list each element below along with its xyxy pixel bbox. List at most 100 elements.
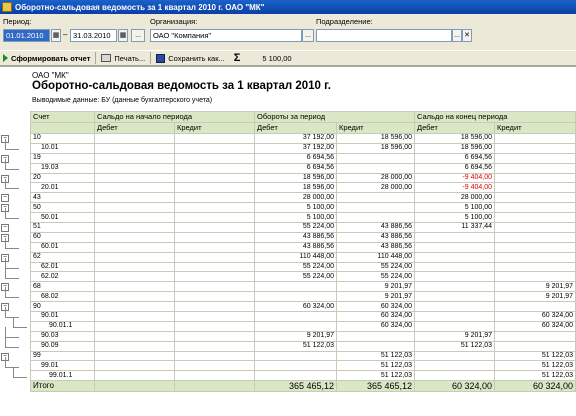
cell-turnover-credit[interactable]: 60 324,00 (336, 311, 416, 322)
cell-account[interactable]: 99.01.1 (30, 370, 95, 382)
cell-closing-debit[interactable]: 5 100,00 (414, 212, 496, 224)
cell-turnover-debit[interactable] (254, 370, 338, 382)
cell-account[interactable]: 19.03 (30, 162, 95, 174)
cell-account[interactable]: 62.01 (30, 261, 95, 273)
cell-account[interactable]: 90.01 (30, 311, 95, 322)
sigma-icon[interactable]: Σ (234, 52, 241, 64)
cell-turnover-credit[interactable]: 43 886,56 (336, 241, 416, 253)
cell-turnover-credit[interactable]: 55 224,00 (336, 271, 416, 283)
table-row[interactable]: 50 5 100,00 5 100,00 (30, 202, 576, 214)
cell-turnover-credit[interactable] (336, 212, 416, 224)
date-to-field[interactable]: 31.03.2010 (70, 29, 117, 42)
cell-opening-credit[interactable] (173, 133, 256, 144)
cell-closing-credit[interactable] (494, 192, 576, 204)
cell-turnover-debit[interactable]: 43 886,56 (254, 241, 338, 253)
cell-turnover-credit[interactable]: 9 201,97 (336, 291, 416, 303)
cell-turnover-credit[interactable]: 28 000,00 (336, 182, 416, 194)
cell-closing-debit[interactable]: 51 122,03 (414, 340, 496, 352)
table-row[interactable]: 90.03 9 201,97 9 201,97 (30, 330, 576, 342)
cell-opening-credit[interactable] (173, 192, 256, 204)
cell-opening-credit[interactable] (173, 152, 256, 164)
cell-turnover-debit[interactable]: 51 122,03 (254, 340, 338, 352)
cell-opening-credit[interactable] (173, 271, 256, 283)
cell-opening-credit[interactable] (173, 142, 256, 154)
cell-opening-debit[interactable] (94, 202, 175, 214)
cell-opening-debit[interactable] (94, 291, 175, 303)
cell-turnover-debit[interactable]: 5 100,00 (254, 202, 338, 214)
cell-opening-credit[interactable] (173, 350, 256, 362)
cell-turnover-debit[interactable]: 6 694,56 (254, 162, 338, 174)
cell-closing-debit[interactable] (414, 281, 496, 293)
cell-opening-debit[interactable] (94, 330, 175, 342)
cell-turnover-debit[interactable] (254, 311, 338, 322)
cell-turnover-credit[interactable]: 18 596,00 (336, 133, 416, 144)
cell-closing-credit[interactable] (494, 271, 576, 283)
cell-turnover-debit[interactable]: 110 448,00 (254, 251, 338, 263)
table-row[interactable]: 51 55 224,00 43 886,56 11 337,44 (30, 222, 576, 233)
cell-turnover-debit[interactable]: 43 886,56 (254, 231, 338, 243)
table-row[interactable]: 90.09 51 122,03 51 122,03 (30, 340, 576, 352)
cell-closing-debit[interactable] (414, 320, 496, 332)
cell-turnover-credit[interactable]: 43 886,56 (336, 222, 416, 233)
cell-turnover-credit[interactable] (336, 330, 416, 342)
cell-closing-debit[interactable] (414, 271, 496, 283)
cell-account[interactable]: 90.01.1 (30, 320, 95, 332)
table-row[interactable]: 62 110 448,00 110 448,00 (30, 251, 576, 263)
cell-closing-credit[interactable] (494, 301, 576, 313)
table-row[interactable]: 68 9 201,97 9 201,97 (30, 281, 576, 293)
cell-closing-debit[interactable] (414, 231, 496, 243)
table-row[interactable]: 68.02 9 201,97 9 201,97 (30, 291, 576, 303)
table-row[interactable]: 19.03 6 694,56 6 694,56 (30, 162, 576, 174)
cell-account[interactable]: 43 (30, 192, 95, 204)
cell-opening-debit[interactable] (94, 231, 175, 243)
cell-opening-credit[interactable] (173, 370, 256, 382)
cell-closing-credit[interactable]: 60 324,00 (494, 320, 576, 332)
generate-report-button[interactable]: Сформировать отчет (0, 51, 93, 65)
cell-opening-credit[interactable] (173, 172, 256, 184)
cell-closing-debit[interactable]: 9 201,97 (414, 330, 496, 342)
cell-account[interactable]: 99.01 (30, 360, 95, 372)
cell-closing-credit[interactable] (494, 162, 576, 174)
cell-opening-debit[interactable] (94, 301, 175, 313)
cell-opening-credit[interactable] (173, 261, 256, 273)
cell-turnover-credit[interactable] (336, 152, 416, 164)
cell-account[interactable]: 10.01 (30, 142, 95, 154)
cell-opening-debit[interactable] (94, 261, 175, 273)
cell-account[interactable]: 68 (30, 281, 95, 293)
cell-closing-debit[interactable] (414, 291, 496, 303)
cell-turnover-credit[interactable]: 60 324,00 (336, 301, 416, 313)
cell-opening-credit[interactable] (173, 330, 256, 342)
report-area[interactable]: ОАО "МК" Оборотно-сальдовая ведомость за… (0, 66, 576, 416)
cell-turnover-debit[interactable]: 37 192,00 (254, 133, 338, 144)
cell-turnover-credit[interactable]: 51 122,03 (336, 360, 416, 372)
cell-turnover-debit[interactable]: 55 224,00 (254, 271, 338, 283)
table-row[interactable]: 20 18 596,00 28 000,00 -9 404,00 (30, 172, 576, 184)
cell-turnover-credit[interactable]: 18 596,00 (336, 142, 416, 154)
cell-turnover-debit[interactable]: 18 596,00 (254, 182, 338, 194)
cell-closing-credit[interactable] (494, 182, 576, 194)
cell-turnover-credit[interactable]: 9 201,97 (336, 281, 416, 293)
cell-account[interactable]: 60 (30, 231, 95, 243)
cell-turnover-credit[interactable] (336, 202, 416, 214)
cell-closing-debit[interactable] (414, 301, 496, 313)
cell-opening-credit[interactable] (173, 241, 256, 253)
cell-closing-credit[interactable] (494, 133, 576, 144)
print-button[interactable]: Печать... (98, 51, 148, 65)
cell-opening-credit[interactable] (173, 311, 256, 322)
cell-turnover-debit[interactable]: 55 224,00 (254, 222, 338, 233)
cell-account[interactable]: 50 (30, 202, 95, 214)
dept-field[interactable] (316, 29, 452, 42)
cell-account[interactable]: 90.09 (30, 340, 95, 352)
cell-turnover-debit[interactable]: 37 192,00 (254, 142, 338, 154)
cell-closing-credit[interactable] (494, 142, 576, 154)
table-row[interactable]: 99.01 51 122,03 51 122,03 (30, 360, 576, 372)
collapse-icon[interactable]: − (1, 224, 9, 233)
cell-closing-credit[interactable]: 9 201,97 (494, 291, 576, 303)
cell-opening-credit[interactable] (173, 251, 256, 263)
cell-account[interactable]: 62 (30, 251, 95, 263)
cell-turnover-debit[interactable]: 5 100,00 (254, 212, 338, 224)
cell-closing-debit[interactable]: -9 404,00 (414, 182, 496, 194)
table-row[interactable]: 62.02 55 224,00 55 224,00 (30, 271, 576, 283)
cell-closing-debit[interactable]: 18 596,00 (414, 133, 496, 144)
cell-account[interactable]: 20.01 (30, 182, 95, 194)
